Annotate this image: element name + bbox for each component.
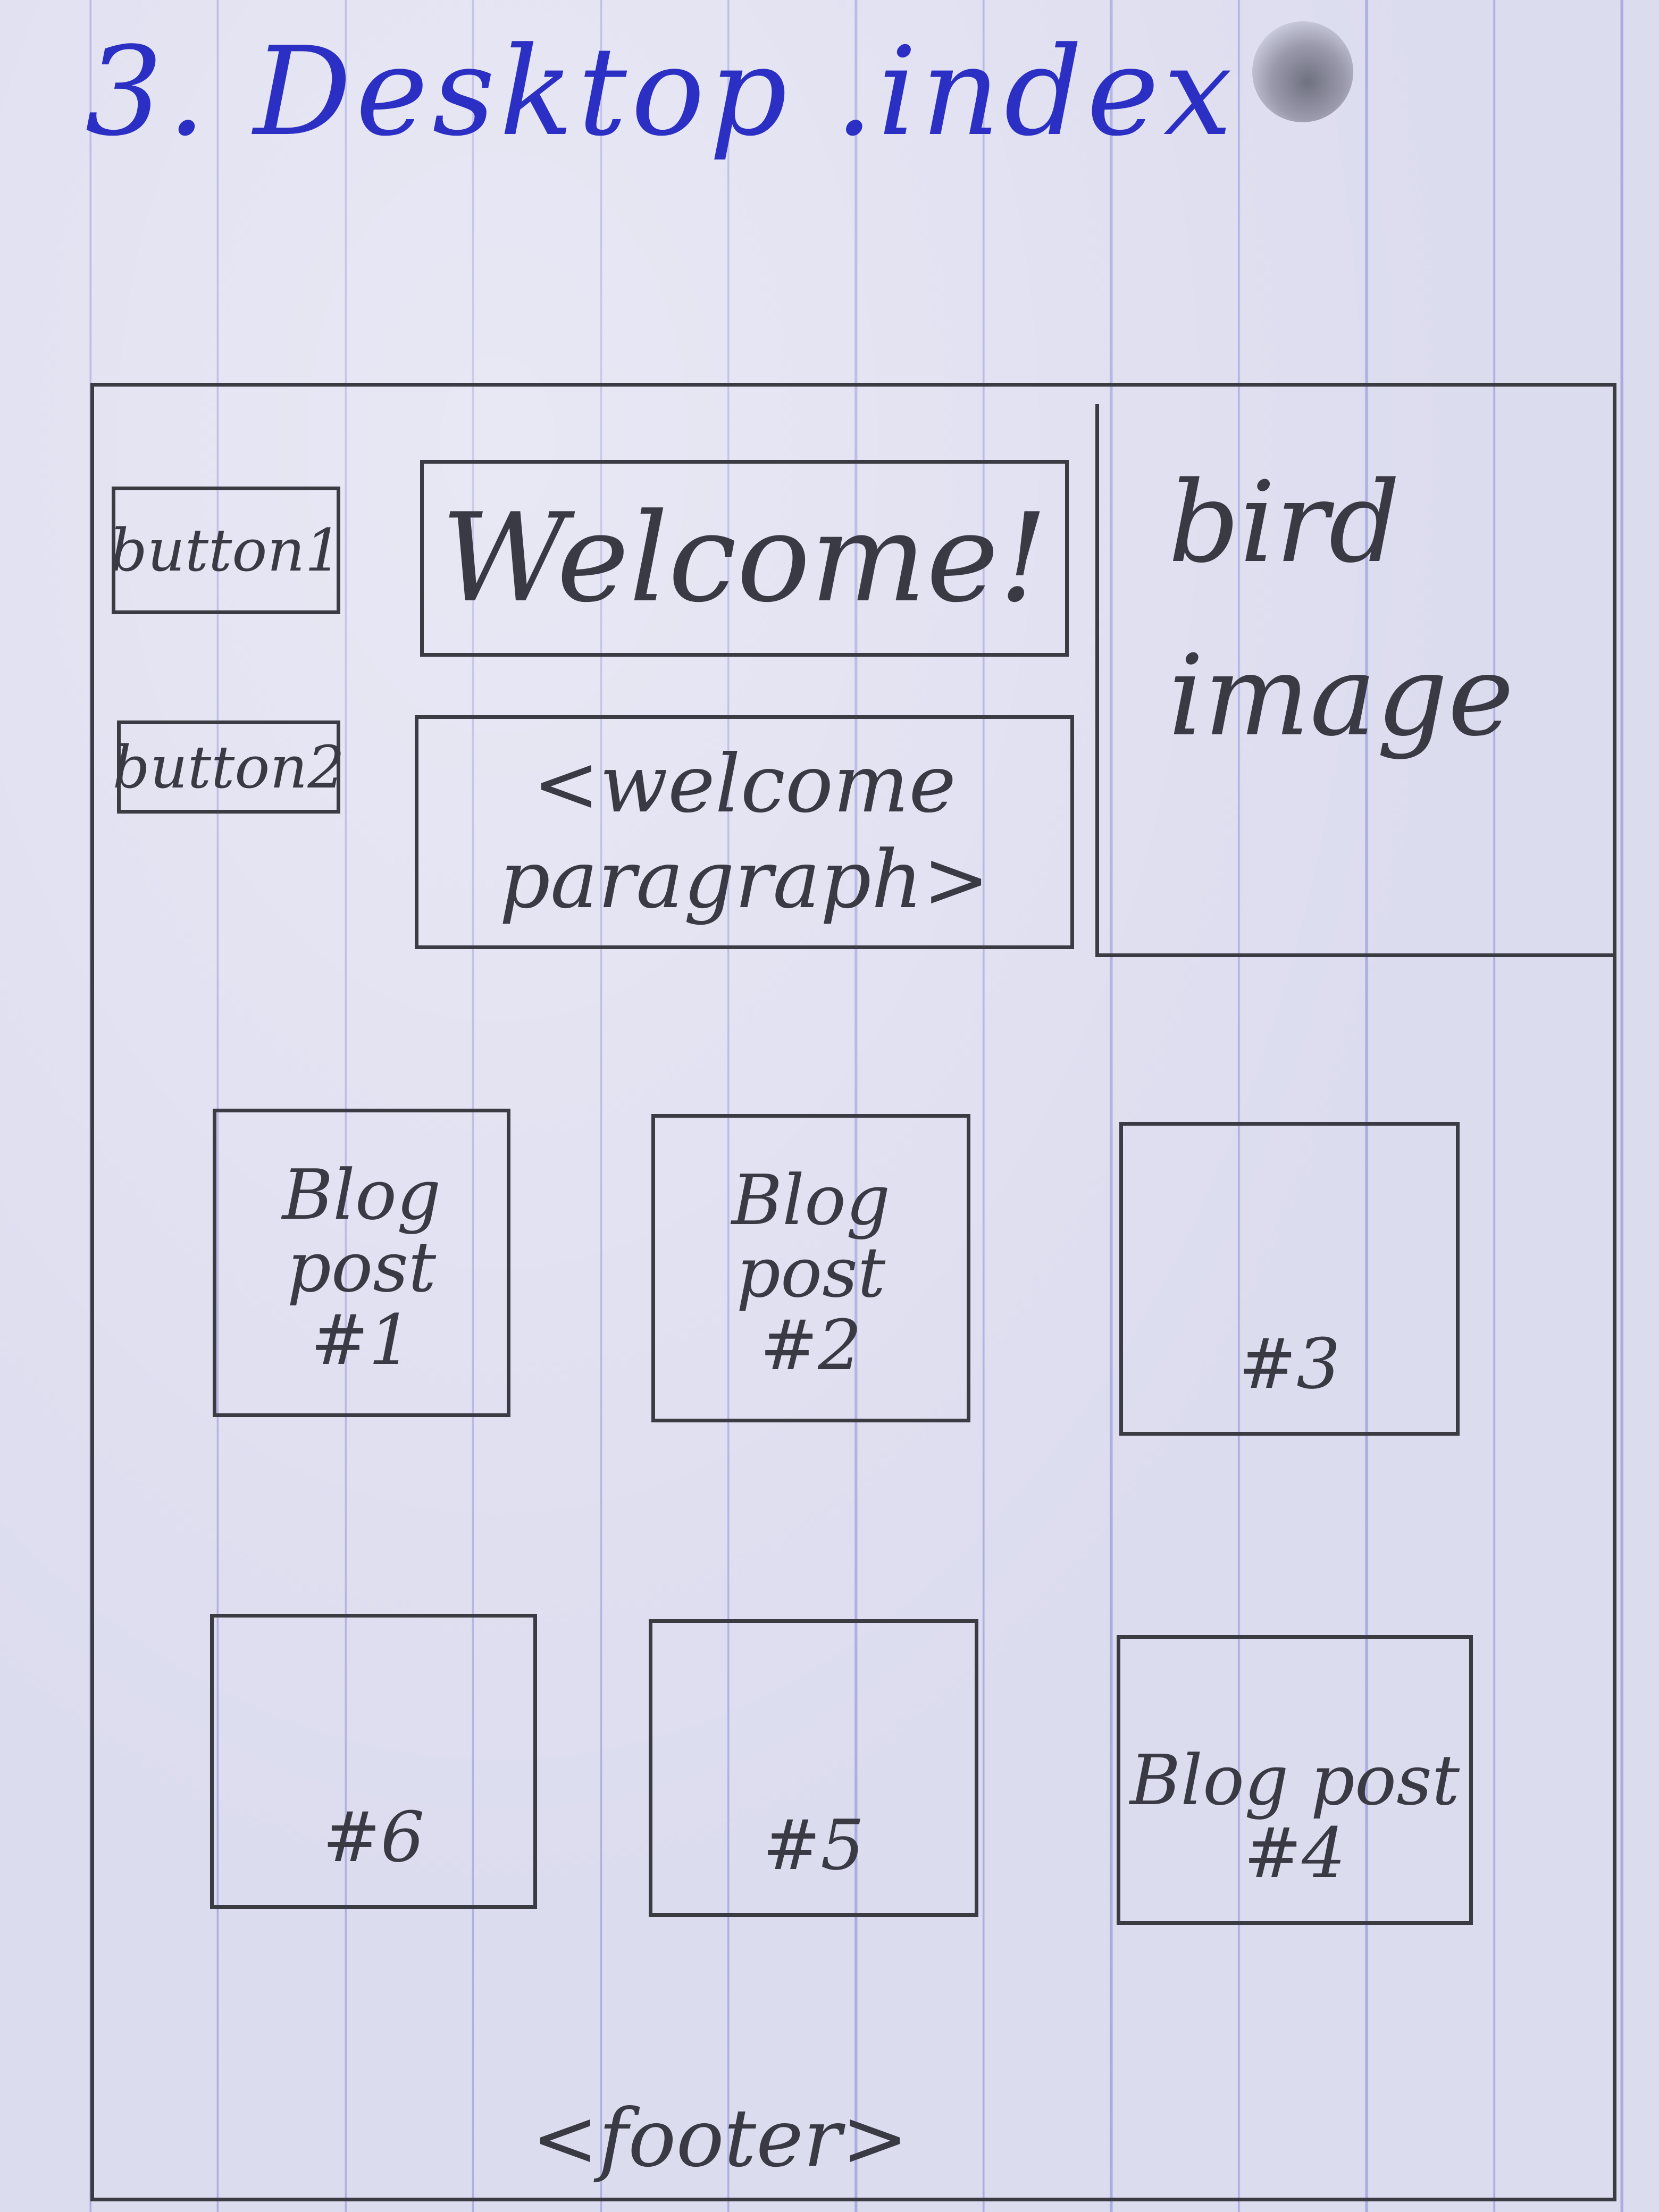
page-title: 3. Desktop .index bbox=[85, 21, 1237, 163]
button-1[interactable]: button1 bbox=[110, 487, 342, 614]
blog-post-3[interactable]: #3 bbox=[1119, 1122, 1460, 1436]
footer-label: <footer> bbox=[532, 2092, 909, 2185]
welcome-heading: Welcome! bbox=[441, 487, 1048, 630]
binder-hole bbox=[1252, 21, 1353, 122]
welcome-heading-box: Welcome! bbox=[420, 460, 1069, 657]
blog-post-2[interactable]: Blog post #2 bbox=[651, 1114, 970, 1422]
blog-post-6[interactable]: #6 bbox=[210, 1614, 537, 1909]
blog-post-label: Blog post #1 bbox=[282, 1154, 441, 1380]
blog-post-5[interactable]: #5 bbox=[649, 1619, 978, 1917]
blog-post-1[interactable]: Blog post #1 bbox=[213, 1109, 510, 1417]
blog-post-label: #6 bbox=[322, 1796, 425, 1878]
welcome-paragraph-box: <welcome paragraph> bbox=[415, 715, 1074, 949]
bird-image-label: bird image bbox=[1168, 457, 1514, 761]
blog-post-label: #5 bbox=[763, 1804, 865, 1886]
bird-image-placeholder: bird image bbox=[1095, 404, 1616, 957]
blog-post-label: Blog post #2 bbox=[731, 1159, 891, 1386]
welcome-paragraph: <welcome paragraph> bbox=[499, 738, 990, 926]
button-2[interactable]: button2 bbox=[113, 720, 345, 814]
blog-post-label: #3 bbox=[1238, 1323, 1340, 1404]
blog-post-4[interactable]: Blog post #4 bbox=[1117, 1635, 1473, 1925]
blog-post-label: Blog post #4 bbox=[1129, 1740, 1460, 1893]
